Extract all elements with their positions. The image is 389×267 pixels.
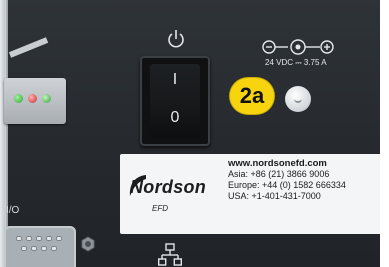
switch-off-label: 0 bbox=[170, 109, 180, 126]
polarity-symbol bbox=[262, 39, 334, 55]
connector-pin bbox=[36, 236, 42, 241]
hex-nut-icon bbox=[81, 236, 95, 252]
power-icon bbox=[168, 30, 184, 48]
status-led-green bbox=[14, 94, 23, 103]
device-rear-panel-photo: I 0 24 VDC ⎓ 3.75 A 2a Nordson EFD www.n… bbox=[0, 0, 389, 267]
connector-pin bbox=[16, 236, 22, 241]
connector-pin bbox=[56, 236, 62, 241]
connector-pin bbox=[41, 246, 47, 251]
switch-on-label: I bbox=[172, 71, 178, 88]
photo-border bbox=[380, 0, 389, 267]
network-icon bbox=[158, 243, 182, 266]
connector-pin bbox=[46, 236, 52, 241]
connector-pin bbox=[31, 246, 37, 251]
status-led-red bbox=[28, 94, 37, 103]
brand-sub: EFD bbox=[152, 204, 168, 213]
manufacturer-label-plate: Nordson EFD www.nordsonefd.com Asia: +86… bbox=[120, 154, 384, 234]
power-rating-label: 24 VDC ⎓ 3.75 A bbox=[265, 58, 327, 67]
usa-phone: USA: +1-401-431-7000 bbox=[228, 191, 321, 201]
europe-phone: Europe: +44 (0) 1582 666334 bbox=[228, 180, 346, 190]
io-port-label: I/O bbox=[6, 205, 20, 216]
connector-pin bbox=[21, 246, 27, 251]
status-led-green-2 bbox=[42, 94, 51, 103]
power-rocker-switch[interactable]: I 0 bbox=[140, 56, 210, 146]
jack-pin bbox=[294, 96, 302, 103]
io-db-connector[interactable] bbox=[4, 226, 76, 267]
power-input-jack[interactable] bbox=[285, 86, 311, 112]
connector-pin bbox=[26, 236, 32, 241]
website-text: www.nordsonefd.com bbox=[228, 158, 327, 169]
connector-block bbox=[4, 78, 66, 124]
rocker-face: I 0 bbox=[150, 64, 200, 138]
asia-phone: Asia: +86 (21) 3866 9006 bbox=[228, 169, 330, 179]
callout-2a: 2a bbox=[230, 78, 274, 114]
contact-info: www.nordsonefd.com Asia: +86 (21) 3866 9… bbox=[228, 158, 378, 202]
connector-pin bbox=[51, 246, 57, 251]
brand-name: Nordson bbox=[130, 177, 207, 197]
